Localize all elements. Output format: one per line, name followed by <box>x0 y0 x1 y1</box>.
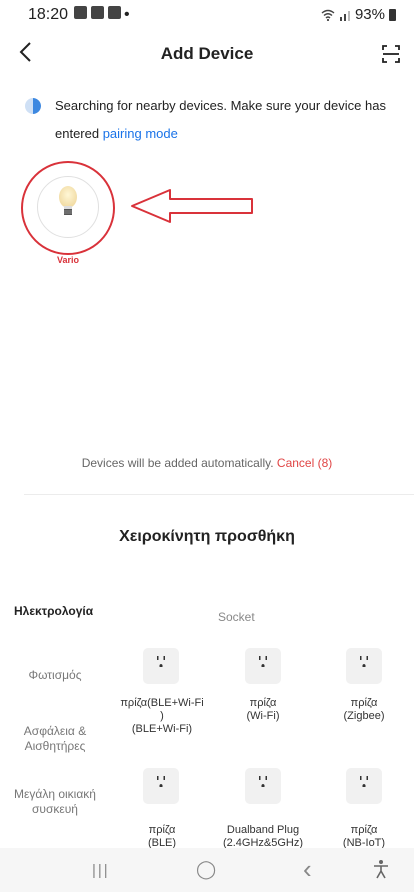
product-label-socket-nbiot: πρίζα (NB-IoT) <box>342 824 386 849</box>
socket-icon <box>157 656 165 667</box>
socket-icon <box>360 656 368 667</box>
product-tile-dualband-plug[interactable] <box>245 768 281 804</box>
auto-add-text: Devices will be added automatically. <box>81 456 277 470</box>
arrow-left-icon <box>131 189 253 223</box>
socket-icon <box>360 776 368 787</box>
status-bar: 18:20 • 93% <box>0 0 414 30</box>
battery-level: 93% <box>354 6 385 23</box>
category-lighting[interactable]: Φωτισμός <box>12 668 98 683</box>
scan-button[interactable] <box>382 45 400 63</box>
category-security-sensors[interactable]: Ασφάλεια & Αισθητήρες <box>12 724 98 754</box>
product-label-socket-ble: πρίζα (BLE) <box>147 824 177 849</box>
signal-icon <box>339 10 350 21</box>
accessibility-icon <box>374 860 388 879</box>
searching-spinner-icon <box>25 98 41 114</box>
cancel-link[interactable]: Cancel (8) <box>277 456 332 470</box>
status-right: 93% <box>321 6 396 23</box>
back-nav-button[interactable]: ‹ <box>303 854 312 885</box>
product-tile-socket-zigbee[interactable] <box>346 648 382 684</box>
searching-message: Searching for nearby devices. Make sure … <box>55 92 400 148</box>
page-title: Add Device <box>160 44 254 63</box>
product-label-socket-wifi: πρίζα (Wi-Fi) <box>246 697 280 722</box>
recent-apps-button[interactable]: ||| <box>92 862 110 879</box>
product-tile-socket-nbiot[interactable] <box>346 768 382 804</box>
status-more-dot: • <box>124 6 130 23</box>
status-time: 18:20 <box>28 6 69 23</box>
gallery-icon <box>74 6 87 19</box>
message-icon <box>91 6 104 19</box>
category-electrical[interactable]: Ηλεκτρολογία <box>14 604 93 618</box>
home-button[interactable]: ◯ <box>196 859 216 880</box>
divider <box>24 494 414 495</box>
pairing-mode-link[interactable]: pairing mode <box>103 126 178 141</box>
notification-icons <box>74 6 121 19</box>
accessibility-button[interactable] <box>373 859 389 884</box>
manual-add-title: Χειροκίνητη προσθήκη <box>119 528 295 545</box>
scan-icon <box>382 45 400 63</box>
category-large-appliance[interactable]: Μεγάλη οικιακή συσκευή <box>12 787 98 817</box>
auto-add-message: Devices will be added automatically. Can… <box>0 456 414 470</box>
socket-icon <box>259 656 267 667</box>
bulb-icon <box>59 186 77 215</box>
product-tile-socket-ble-wifi[interactable] <box>143 648 179 684</box>
socket-icon <box>259 776 267 787</box>
found-device-name: Vario <box>56 255 79 265</box>
product-tile-socket-ble[interactable] <box>143 768 179 804</box>
product-label-dualband-plug: Dualband Plug (2.4GHz&5GHz) <box>222 824 304 849</box>
socket-icon <box>157 776 165 787</box>
product-label-socket-ble-wifi: πρίζα(BLE+Wi-Fi ) (BLE+Wi-Fi) <box>120 697 204 735</box>
product-tile-socket-wifi[interactable] <box>245 648 281 684</box>
wifi-icon <box>321 9 335 21</box>
product-label-socket-zigbee: πρίζα (Zigbee) <box>343 697 385 722</box>
linkedin-icon <box>108 6 121 19</box>
battery-icon <box>389 8 396 21</box>
section-heading-socket: Socket <box>218 610 255 624</box>
